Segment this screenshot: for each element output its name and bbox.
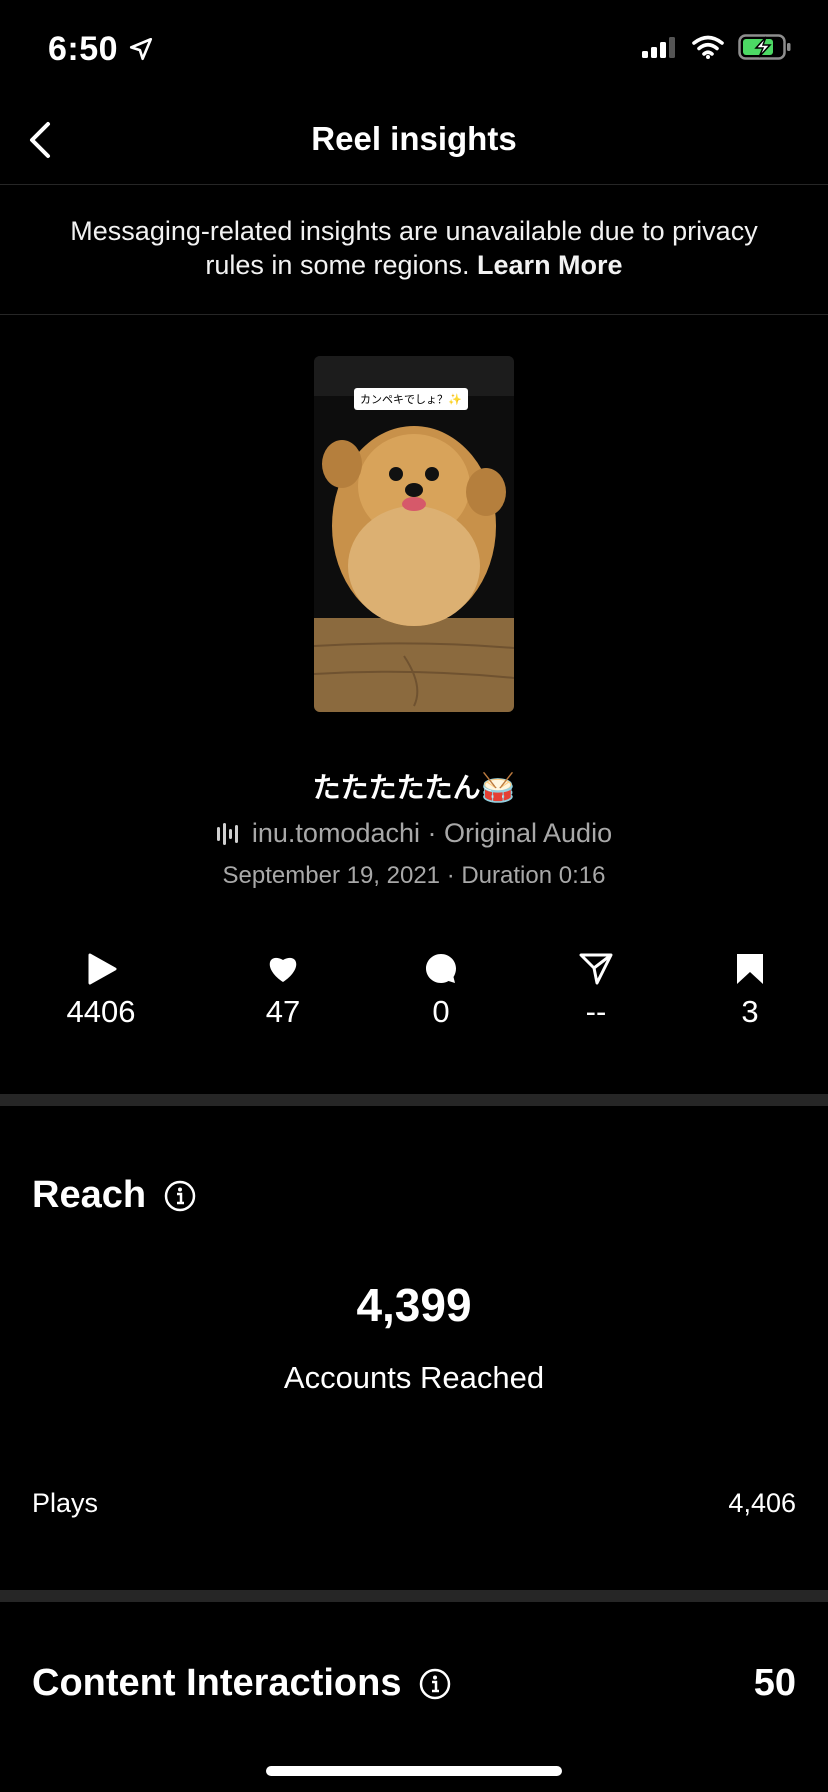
plays-count: 4406 [66,994,136,1029]
content-interactions-value: 50 [753,1662,796,1704]
plays-label: Plays [32,1488,99,1518]
content-interactions-header: Content Interactions [32,1662,451,1705]
comments-stat: 0 [371,952,511,1030]
section-divider [0,1094,828,1106]
info-icon[interactable] [419,1668,451,1700]
cellular-signal-icon [642,37,675,58]
plays-stat: 4406 [31,952,171,1030]
save-icon [737,954,763,984]
audio-attribution[interactable]: inu.tomodachi · Original Audio [0,818,828,849]
share-icon [579,953,613,985]
status-time: 6:50 [48,30,119,68]
comment-icon [426,954,456,983]
saves-count: 3 [741,994,759,1029]
likes-count: 47 [265,994,301,1029]
reel-date-duration: September 19, 2021 · Duration 0:16 [222,862,606,889]
header-divider [0,184,828,185]
comments-count: 0 [432,994,450,1029]
location-arrow-icon [129,37,153,61]
section-divider [0,1590,828,1602]
info-icon[interactable] [164,1180,196,1212]
shares-stat: -- [526,952,666,1030]
reach-header: Reach [32,1174,196,1217]
thumbnail-caption: カンペキでしょ？✨ [354,388,468,410]
play-icon [88,953,117,985]
shares-count: -- [585,994,607,1029]
reach-title: Reach [32,1174,147,1216]
privacy-notice-text: Messaging-related insights are unavailab… [70,216,758,280]
saves-stat: 3 [680,952,820,1030]
accounts-reached-label: Accounts Reached [283,1360,545,1395]
notice-divider [0,314,828,315]
home-indicator[interactable] [266,1766,562,1776]
content-interactions-title: Content Interactions [32,1662,402,1704]
reel-title: たたたたたん🥁 [312,772,516,803]
audio-waveform-icon [216,822,238,845]
battery-charging-icon [738,34,791,60]
accounts-reached-count: 4,399 [356,1279,472,1331]
likes-stat: 47 [213,952,353,1030]
heart-icon [269,957,297,982]
audio-label: inu.tomodachi · Original Audio [251,818,613,848]
learn-more-link[interactable]: Learn More [477,250,623,280]
privacy-notice: Messaging-related insights are unavailab… [60,214,768,282]
wifi-icon [692,35,724,59]
reel-thumbnail[interactable]: カンペキでしょ？✨ [314,356,514,712]
plays-value: 4,406 [728,1488,796,1518]
page-title: Reel insights [311,120,517,157]
